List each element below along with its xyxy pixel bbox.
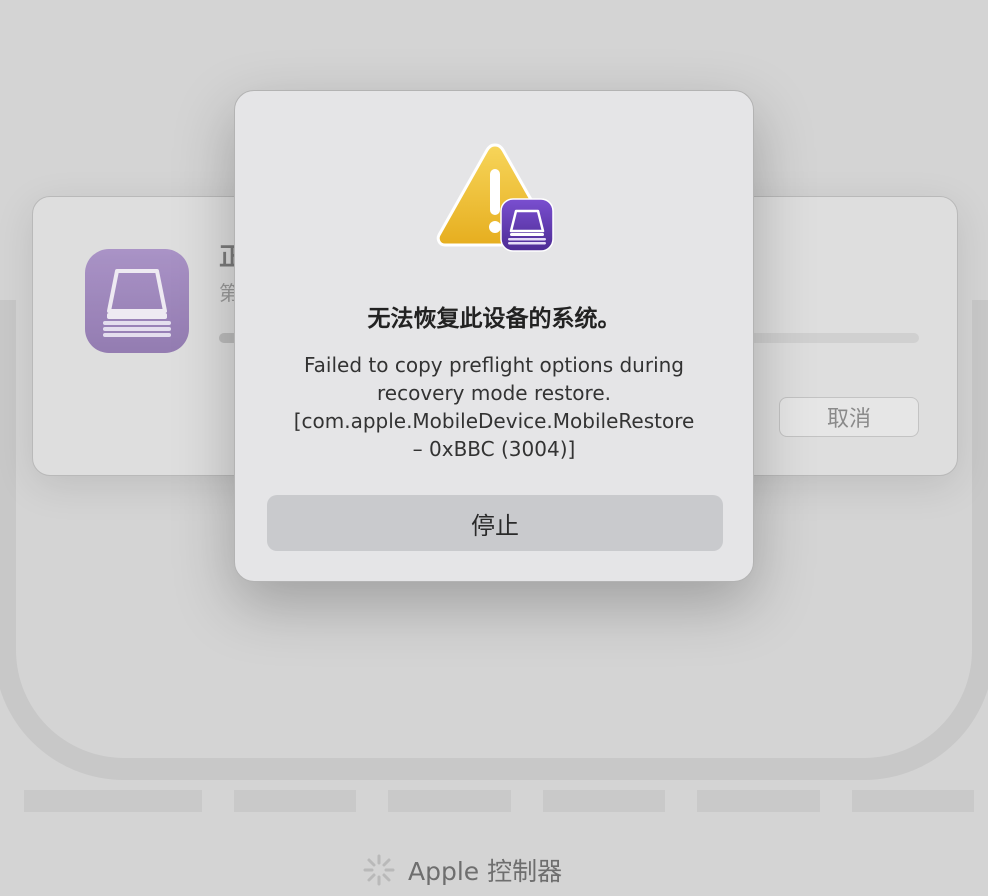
stop-button[interactable]: 停止 [267, 495, 723, 551]
warning-triangle-icon [436, 143, 554, 252]
device-segment [388, 790, 511, 812]
device-segment [851, 790, 975, 812]
alert-message-line: Failed to copy preflight options during [304, 353, 684, 377]
apple-configurator-icon [103, 269, 171, 337]
device-segment [233, 790, 357, 812]
device-segment [24, 790, 202, 812]
alert-message-line: – 0xBBC (3004)] [412, 437, 576, 461]
apple-configurator-app-icon [85, 249, 189, 353]
device-segment [542, 790, 666, 812]
device-status-label: Apple 控制器 [362, 852, 562, 888]
apple-configurator-badge-icon [500, 198, 554, 252]
cancel-button[interactable]: 取消 [779, 397, 919, 437]
alert-title: 无法恢复此设备的系统。 [367, 306, 621, 332]
restore-error-alert: 无法恢复此设备的系统。 Failed to copy preflight opt… [234, 90, 754, 582]
device-segment [697, 790, 820, 812]
alert-message: Failed to copy preflight options during … [265, 351, 723, 463]
device-segments [24, 790, 975, 812]
alert-message-line: [com.apple.MobileDevice.MobileRestore [293, 409, 695, 433]
spinner-icon [363, 854, 395, 886]
alert-message-line: recovery mode restore. [377, 381, 611, 405]
device-name-label: Apple 控制器 [408, 857, 563, 886]
